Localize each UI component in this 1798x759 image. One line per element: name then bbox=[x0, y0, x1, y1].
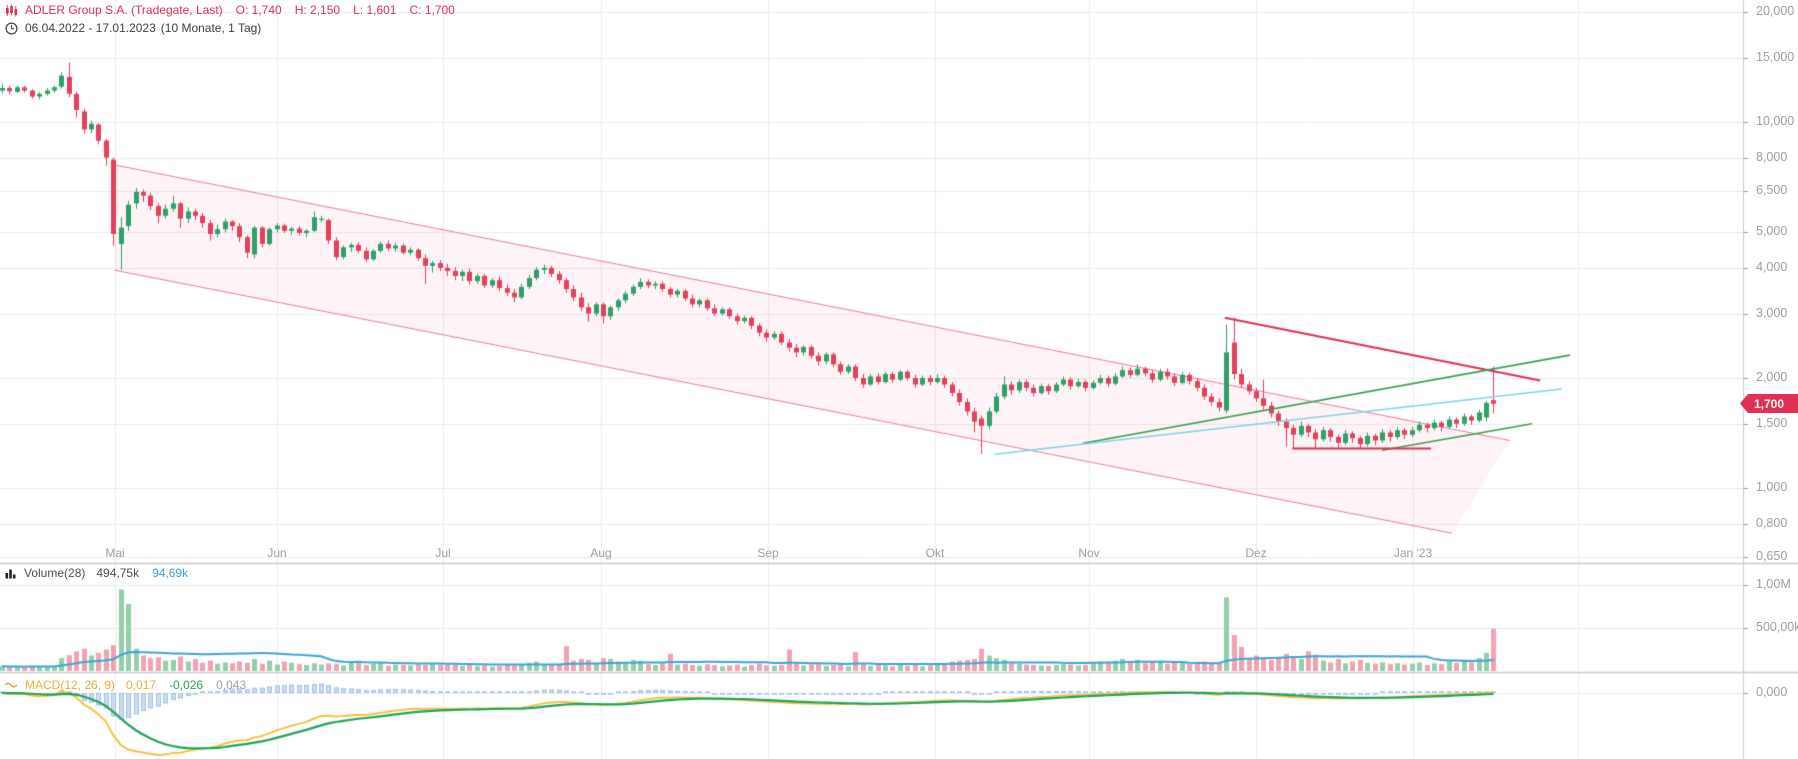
date-range: 06.04.2022 - 17.01.2023 bbox=[25, 21, 156, 35]
volume-indicator-label: Volume(28) bbox=[24, 566, 85, 580]
volume-axis-label: 1,00M bbox=[1756, 577, 1791, 591]
open-value: 1,740 bbox=[252, 3, 282, 17]
price-axis-label: 4,000 bbox=[1756, 260, 1787, 274]
macd-line-value: 0,017 bbox=[126, 678, 156, 692]
macd-legend[interactable]: MACD(12, 26, 9) 0,017 -0,026 0,043 bbox=[5, 678, 246, 692]
month-axis-label[interactable]: Jul bbox=[435, 546, 450, 560]
price-axis-label: 20,000 bbox=[1756, 4, 1794, 18]
month-axis-label[interactable]: Jan '23 bbox=[1394, 546, 1432, 560]
price-axis-label: 1,500 bbox=[1756, 416, 1787, 430]
month-axis-label[interactable]: Jun bbox=[267, 546, 286, 560]
candlestick-icon bbox=[5, 4, 18, 17]
close-label: C: bbox=[409, 3, 421, 17]
date-range-row[interactable]: 06.04.2022 - 17.01.2023 (10 Monate, 1 Ta… bbox=[5, 21, 261, 35]
symbol-title: ADLER Group S.A. (Tradegate, Last) bbox=[25, 3, 223, 17]
price-axis-label: 0,800 bbox=[1756, 516, 1787, 530]
high-value: 2,150 bbox=[310, 3, 340, 17]
last-price-value: 1,700 bbox=[1754, 397, 1784, 411]
price-axis-label: 2,000 bbox=[1756, 370, 1787, 384]
symbol-legend[interactable]: ADLER Group S.A. (Tradegate, Last) O: 1,… bbox=[5, 3, 455, 17]
clock-icon bbox=[5, 22, 18, 35]
month-axis-label[interactable]: Mai bbox=[105, 546, 124, 560]
open-label: O: bbox=[236, 3, 249, 17]
chart-window: ADLER Group S.A. (Tradegate, Last) O: 1,… bbox=[0, 0, 1798, 759]
price-axis-label: 15,000 bbox=[1756, 50, 1794, 64]
price-axis-label: 0,650 bbox=[1756, 549, 1787, 563]
price-axis-label: 3,000 bbox=[1756, 306, 1787, 320]
price-axis-label: 5,000 bbox=[1756, 224, 1787, 238]
price-axis-label: 6,500 bbox=[1756, 183, 1787, 197]
month-axis-label[interactable]: Dez bbox=[1245, 546, 1266, 560]
month-axis-label[interactable]: Okt bbox=[926, 546, 945, 560]
volume-value: 494,75k bbox=[96, 566, 139, 580]
macd-hist-value: 0,043 bbox=[216, 678, 246, 692]
price-axis-label: 8,000 bbox=[1756, 150, 1787, 164]
macd-wave-icon bbox=[5, 680, 18, 690]
last-price-badge: 1,700 bbox=[1740, 394, 1798, 413]
date-duration: (10 Monate, 1 Tag) bbox=[161, 21, 262, 35]
volume-axis-label: 500,00k bbox=[1756, 620, 1798, 634]
volume-legend[interactable]: Volume(28) 494,75k 94,69k bbox=[5, 566, 188, 580]
close-value: 1,700 bbox=[425, 3, 455, 17]
low-label: L: bbox=[353, 3, 363, 17]
price-volume-macd-chart-canvas[interactable] bbox=[0, 0, 1798, 759]
volume-bars-icon bbox=[5, 567, 17, 579]
macd-signal-value: -0,026 bbox=[169, 678, 203, 692]
month-axis-label[interactable]: Sep bbox=[757, 546, 778, 560]
macd-axis-label: 0,000 bbox=[1756, 685, 1787, 699]
price-axis-label: 1,000 bbox=[1756, 480, 1787, 494]
month-axis-label[interactable]: Aug bbox=[590, 546, 611, 560]
volume-ma-value: 94,69k bbox=[152, 566, 188, 580]
price-axis-label: 10,000 bbox=[1756, 114, 1794, 128]
low-value: 1,601 bbox=[366, 3, 396, 17]
macd-indicator-label: MACD(12, 26, 9) bbox=[25, 678, 115, 692]
high-label: H: bbox=[295, 3, 307, 17]
month-axis-label[interactable]: Nov bbox=[1078, 546, 1099, 560]
